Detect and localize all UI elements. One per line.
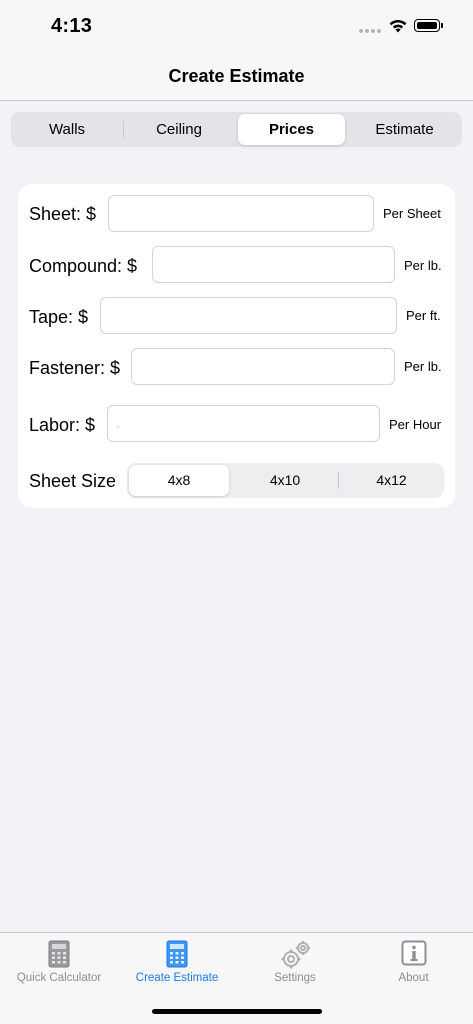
home-indicator <box>152 1009 322 1014</box>
battery-icon <box>414 19 440 32</box>
page-title: Create Estimate <box>168 66 305 86</box>
sheet-size-4x10[interactable]: 4x10 <box>233 463 337 498</box>
tape-price-label: Tape: $ <box>29 307 89 327</box>
tab-prices[interactable]: Prices <box>238 114 345 145</box>
tab-bar-item-create-estimate[interactable]: Create Estimate <box>118 933 236 993</box>
tab-bar-item-quick-calculator[interactable]: Quick Calculator <box>0 933 118 993</box>
battery-tip <box>441 23 443 28</box>
tab-bar-item-about[interactable]: About <box>354 933 473 993</box>
sheet-size-4x12[interactable]: 4x12 <box>339 463 444 498</box>
status-time: 4:13 <box>51 15 93 37</box>
tab-bar-label: Create Estimate <box>135 972 219 984</box>
calculator-icon <box>48 940 70 968</box>
tab-estimate[interactable]: Estimate <box>347 112 462 147</box>
calculator-icon <box>166 940 188 968</box>
segment-divider <box>338 472 339 489</box>
tape-price-unit: Per ft. <box>406 308 441 323</box>
sheet-size-4x8[interactable]: 4x8 <box>129 465 229 496</box>
tape-price-input[interactable] <box>100 297 397 334</box>
labor-price-unit: Per Hour <box>389 417 442 432</box>
sheet-price-unit: Per Sheet <box>383 206 441 221</box>
labor-price-input[interactable] <box>107 405 380 442</box>
tab-bar-label: About <box>398 972 429 984</box>
wifi-icon <box>389 20 407 33</box>
tab-bar-item-settings[interactable]: Settings <box>236 933 354 993</box>
compound-price-label: Compound: $ <box>29 256 138 276</box>
tab-walls[interactable]: Walls <box>11 112 123 147</box>
sheet-size-segmented-control: 4x8 4x10 4x12 <box>127 463 444 498</box>
navigation-bar: Create Estimate <box>0 52 473 101</box>
gears-icon <box>281 941 310 969</box>
compound-price-unit: Per lb. <box>404 258 442 273</box>
sheet-price-label: Sheet: $ <box>29 204 97 224</box>
tab-ceiling[interactable]: Ceiling <box>123 112 235 147</box>
labor-price-label: Labor: $ <box>29 415 96 435</box>
cellular-signal-icon <box>359 29 381 33</box>
segment-divider <box>123 121 124 138</box>
fastener-price-input[interactable] <box>131 348 395 385</box>
prices-card <box>18 184 455 508</box>
fastener-price-label: Fastener: $ <box>29 358 121 378</box>
estimate-section-segmented-control: Walls Ceiling Prices Estimate <box>11 112 462 147</box>
compound-price-input[interactable] <box>152 246 395 283</box>
sheet-price-input[interactable] <box>108 195 374 232</box>
info-icon <box>401 940 426 966</box>
sheet-size-label: Sheet Size <box>29 471 117 491</box>
tab-bar-label: Quick Calculator <box>16 972 102 984</box>
tab-bar-label: Settings <box>274 972 316 984</box>
fastener-price-unit: Per lb. <box>404 359 442 374</box>
status-bar: 4:13 <box>0 0 473 52</box>
